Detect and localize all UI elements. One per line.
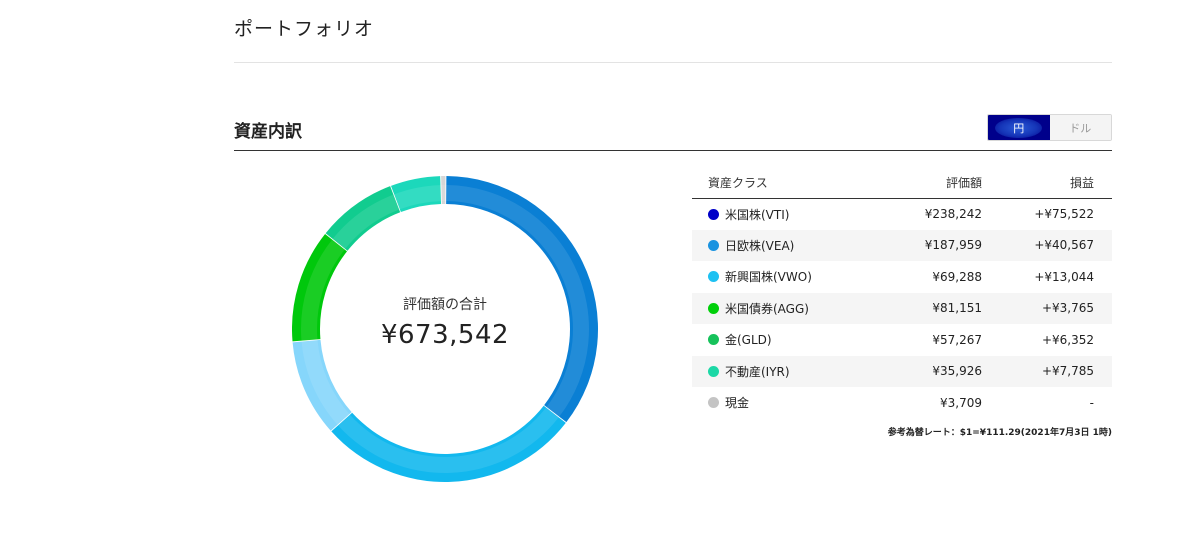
asset-name: 不動産(IYR) bbox=[725, 364, 790, 379]
asset-name-cell: 金(GLD) bbox=[692, 324, 852, 356]
asset-name: 現金 bbox=[725, 396, 750, 411]
table-row: 金(GLD) ¥57,267 +¥6,352 bbox=[692, 324, 1112, 356]
table-row: 新興国株(VWO) ¥69,288 +¥13,044 bbox=[692, 261, 1112, 293]
asset-pl: +¥3,765 bbox=[982, 292, 1112, 324]
asset-value: ¥81,151 bbox=[852, 292, 982, 324]
section-divider bbox=[234, 150, 1112, 151]
total-value: ¥673,542 bbox=[380, 320, 510, 350]
asset-pl: +¥6,352 bbox=[1041, 332, 1094, 347]
exchange-rate-note: 参考為替レート：$1=¥111.29(2021年7月3日 1時) bbox=[887, 428, 1112, 438]
table-row: 米国債券(AGG) ¥81,151 +¥3,765 bbox=[692, 292, 1112, 324]
asset-name: 米国債券(AGG) bbox=[725, 301, 809, 316]
asset-name: 金(GLD) bbox=[725, 333, 772, 348]
asset-name-cell: 米国債券(AGG) bbox=[692, 292, 852, 324]
asset-pl: +¥7,785 bbox=[982, 355, 1112, 387]
asset-color-dot bbox=[708, 239, 719, 251]
table-row: 米国株(VTI) ¥238,242 +¥75,522 bbox=[692, 198, 1112, 230]
asset-name: 日欧株(VEA) bbox=[725, 238, 795, 253]
asset-value: ¥35,926 bbox=[852, 355, 982, 387]
asset-value: ¥238,242 bbox=[924, 207, 982, 221]
asset-name-cell: 新興国株(VWO) bbox=[692, 261, 852, 293]
asset-name-cell: 現金 bbox=[692, 387, 852, 419]
header-divider bbox=[234, 62, 1112, 63]
asset-name: 米国株(VTI) bbox=[725, 207, 790, 222]
donut-center: 評価額の合計 ¥673,542 bbox=[292, 176, 598, 482]
currency-toggle: 円 ドル bbox=[987, 114, 1112, 141]
dollar-toggle-button[interactable]: ドル bbox=[1049, 115, 1111, 140]
asset-pl: - bbox=[1089, 395, 1094, 410]
table-row: 日欧株(VEA) ¥187,959 +¥40,567 bbox=[692, 229, 1112, 261]
asset-name-cell: 日欧株(VEA) bbox=[692, 229, 852, 261]
dollar-toggle-label: ドル bbox=[1069, 121, 1092, 135]
asset-name: 新興国株(VWO) bbox=[725, 270, 812, 285]
header-asset-class: 資産クラス bbox=[692, 167, 852, 199]
asset-color-dot bbox=[708, 365, 719, 377]
section-title: 資産内訳 bbox=[234, 122, 302, 142]
asset-name-cell: 不動産(IYR) bbox=[692, 355, 852, 387]
asset-color-dot bbox=[708, 302, 719, 314]
asset-pl: +¥75,522 bbox=[1034, 207, 1094, 221]
asset-color-dot bbox=[708, 334, 719, 346]
page-title: ポートフォリオ bbox=[234, 18, 375, 40]
header-value: 評価額 bbox=[852, 167, 982, 199]
asset-pl: +¥13,044 bbox=[1034, 269, 1094, 284]
header-pl: 損益 bbox=[982, 167, 1112, 199]
asset-rows: 米国株(VTI) ¥238,242 +¥75,522 日欧株(VEA) ¥187… bbox=[692, 198, 1112, 419]
asset-value: ¥187,959 bbox=[852, 229, 982, 261]
asset-value: ¥3,709 bbox=[940, 395, 982, 410]
total-label: 評価額の合計 bbox=[403, 297, 487, 313]
asset-value: ¥57,267 bbox=[932, 332, 982, 347]
asset-value: ¥69,288 bbox=[932, 269, 982, 284]
yen-toggle-button[interactable]: 円 bbox=[988, 115, 1050, 140]
table-header-row: 資産クラス 評価額 損益 bbox=[692, 167, 1112, 199]
table-row: 不動産(IYR) ¥35,926 +¥7,785 bbox=[692, 355, 1112, 387]
yen-toggle-label: 円 bbox=[995, 117, 1043, 138]
asset-color-dot bbox=[708, 397, 719, 409]
asset-pl: +¥40,567 bbox=[982, 229, 1112, 261]
table-row: 現金 ¥3,709 - bbox=[692, 387, 1112, 419]
asset-table: 資産クラス 評価額 損益 米国株(VTI) ¥238,242 +¥75,522 … bbox=[692, 167, 1112, 419]
asset-name-cell: 米国株(VTI) bbox=[692, 198, 852, 230]
asset-color-dot bbox=[708, 271, 719, 283]
asset-donut-chart: 評価額の合計 ¥673,542 bbox=[292, 176, 598, 482]
asset-color-dot bbox=[708, 208, 719, 220]
